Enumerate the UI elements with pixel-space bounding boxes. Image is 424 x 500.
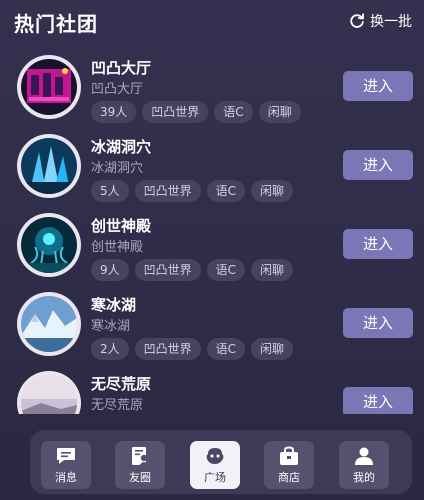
club-subtitle: 寒冰湖 [91, 319, 131, 334]
club-subtitle: 无尽荒原 [91, 398, 144, 413]
nav-item-shop[interactable]: 商店 [264, 441, 314, 489]
category-tag: 闲聊 [251, 259, 294, 281]
club-name: 凹凸大厅 [91, 59, 152, 77]
club-tags: 39人 凹凸世界 语C 闲聊 [91, 101, 301, 123]
club-avatar-image [21, 375, 77, 414]
shop-icon [280, 445, 298, 465]
member-count-tag: 9人 [91, 259, 129, 281]
nav-item-friends-circle[interactable]: 友圈 [115, 441, 165, 489]
refresh-label: 换一批 [370, 14, 412, 30]
member-count-tag: 39人 [91, 101, 137, 123]
category-tag: 语C [214, 101, 253, 123]
club-avatar-image [21, 59, 77, 115]
nav-label: 我的 [353, 470, 375, 484]
profile-icon [355, 447, 373, 465]
category-tag: 凹凸世界 [142, 101, 209, 123]
member-count-tag: 5人 [91, 180, 129, 202]
nav-item-messages[interactable]: 消息 [41, 441, 91, 489]
nav-label: 友圈 [129, 470, 151, 484]
category-tag: 闲聊 [251, 180, 294, 202]
club-subtitle: 凹凸大厅 [91, 82, 144, 97]
category-tag: 凹凸世界 [134, 180, 201, 202]
plaza-icon [206, 447, 224, 464]
club-name: 无尽荒原 [91, 375, 152, 393]
nav-item-profile[interactable]: 我的 [339, 441, 389, 489]
club-row: 冰湖洞穴 冰湖洞穴 5人 凹凸世界 语C 闲聊 进入 [0, 127, 424, 206]
club-avatar-image [21, 296, 77, 352]
join-button[interactable]: 进入 [343, 308, 413, 338]
club-row: 寒冰湖 寒冰湖 2人 凹凸世界 语C 闲聊 进入 [0, 285, 424, 364]
nav-item-plaza[interactable]: 广场 [190, 441, 240, 489]
club-name: 创世神殿 [91, 217, 152, 235]
nav-label: 商店 [278, 470, 300, 484]
category-tag: 语C [206, 338, 246, 360]
header: 热门社团 换一批 [0, 0, 424, 44]
club-tags: 9人 凹凸世界 语C 闲聊 [91, 259, 294, 281]
club-avatar-image [21, 138, 77, 194]
club-name: 冰湖洞穴 [91, 138, 152, 156]
club-name: 寒冰湖 [91, 296, 137, 314]
club-row: 无尽荒原 无尽荒原 进入 [0, 364, 424, 414]
category-tag: 语C [206, 259, 246, 281]
club-row: 凹凸大厅 凹凸大厅 39人 凹凸世界 语C 闲聊 进入 [0, 48, 424, 127]
message-icon [57, 447, 75, 464]
refresh-button[interactable]: 换一批 [348, 10, 412, 32]
nav-label: 消息 [55, 470, 77, 484]
club-avatar[interactable] [17, 213, 81, 277]
refresh-icon [350, 13, 365, 28]
club-avatar[interactable] [17, 55, 81, 119]
club-tags: 5人 凹凸世界 语C 闲聊 [91, 180, 294, 202]
category-tag: 凹凸世界 [134, 338, 201, 360]
join-button[interactable]: 进入 [343, 229, 413, 259]
club-avatar[interactable] [17, 134, 81, 198]
bottom-nav: 消息 友圈 广场 商店 我的 [30, 430, 412, 494]
club-subtitle: 创世神殿 [91, 240, 144, 255]
category-tag: 闲聊 [258, 101, 301, 123]
club-avatar[interactable] [17, 292, 81, 356]
friends-circle-icon [132, 446, 149, 465]
club-subtitle: 冰湖洞穴 [91, 161, 144, 176]
club-list[interactable]: 凹凸大厅 凹凸大厅 39人 凹凸世界 语C 闲聊 进入 冰湖洞穴 冰湖洞穴 5人… [0, 48, 424, 414]
club-avatar-image [21, 217, 77, 273]
club-row: 创世神殿 创世神殿 9人 凹凸世界 语C 闲聊 进入 [0, 206, 424, 285]
page-title: 热门社团 [14, 12, 98, 36]
nav-label: 广场 [204, 470, 226, 484]
join-button[interactable]: 进入 [343, 387, 413, 414]
club-avatar[interactable] [17, 371, 81, 414]
member-count-tag: 2人 [91, 338, 129, 360]
category-tag: 闲聊 [251, 338, 294, 360]
category-tag: 凹凸世界 [134, 259, 201, 281]
club-tags: 2人 凹凸世界 语C 闲聊 [91, 338, 294, 360]
category-tag: 语C [206, 180, 246, 202]
join-button[interactable]: 进入 [343, 150, 413, 180]
join-button[interactable]: 进入 [343, 71, 413, 101]
